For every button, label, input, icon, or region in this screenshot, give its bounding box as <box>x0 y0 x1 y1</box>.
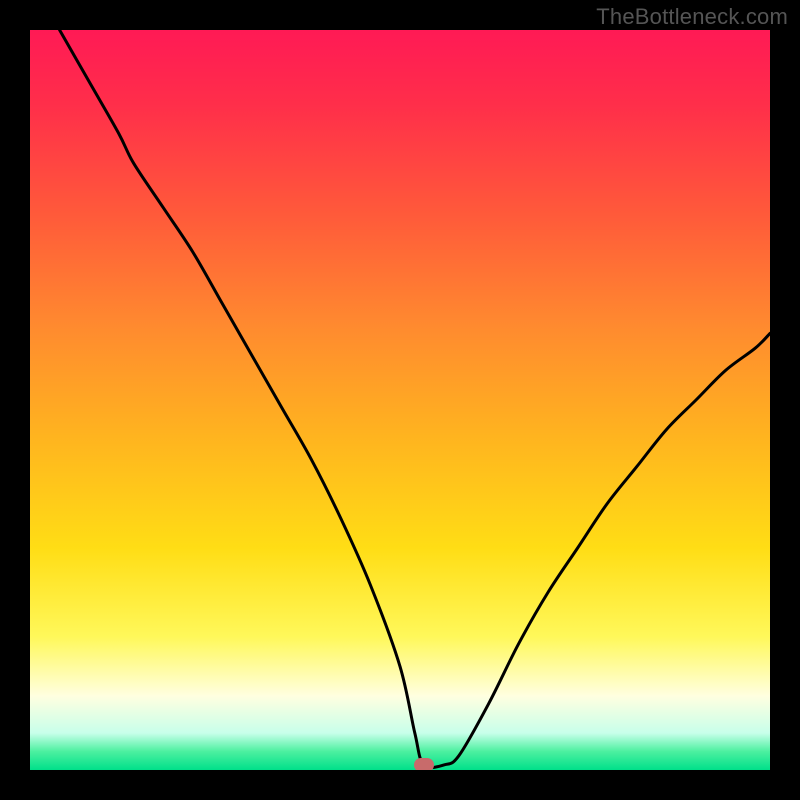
outer-black-frame: TheBottleneck.com <box>0 0 800 800</box>
minimum-marker <box>414 758 434 770</box>
plot-area <box>30 30 770 770</box>
bottleneck-curve <box>30 30 770 770</box>
watermark-text: TheBottleneck.com <box>596 4 788 30</box>
